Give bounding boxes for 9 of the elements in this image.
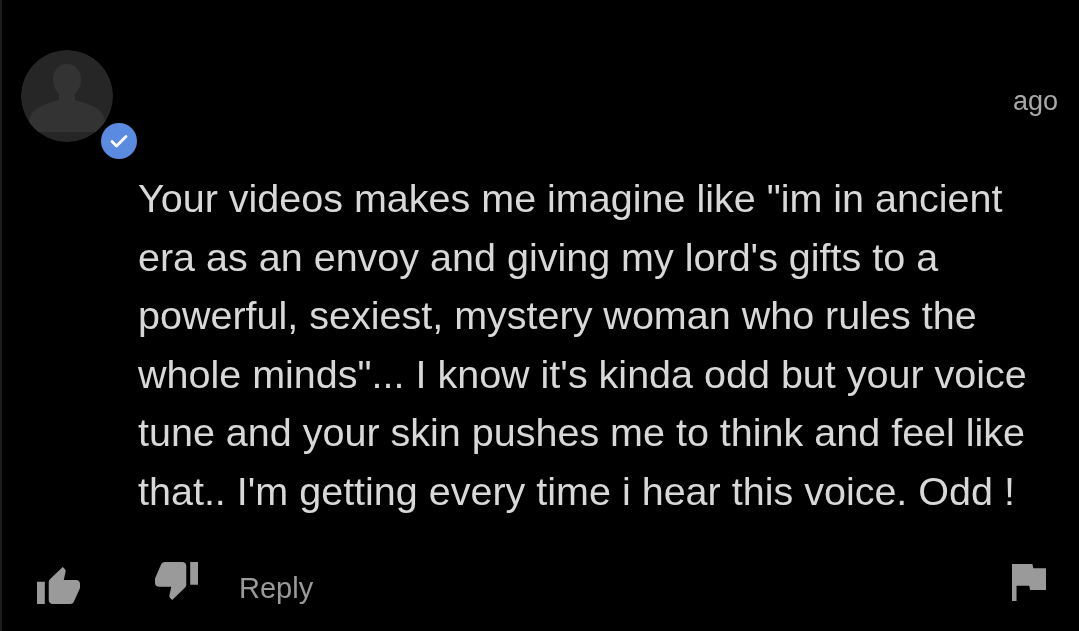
thumbs-up-icon xyxy=(37,566,80,604)
dislike-button[interactable] xyxy=(155,562,198,601)
comment-time: ago xyxy=(1012,88,1058,115)
thumbs-down-icon xyxy=(155,562,198,601)
flag-icon xyxy=(1012,563,1046,601)
like-button[interactable] xyxy=(37,566,80,604)
comment-text: Your videos makes me imagine like "im in ancient era as an envoy and giving my lord's gifts to a powerful, sexiest, mystery woman who rules the whole minds"... I know it's kinda odd but your voice tune and your skin pushes me to think and feel like that.. I'm getting every time i hear this voice. Odd ! xyxy=(138,175,1028,515)
reply-button[interactable]: Reply xyxy=(239,571,314,605)
report-button[interactable] xyxy=(1012,563,1046,601)
